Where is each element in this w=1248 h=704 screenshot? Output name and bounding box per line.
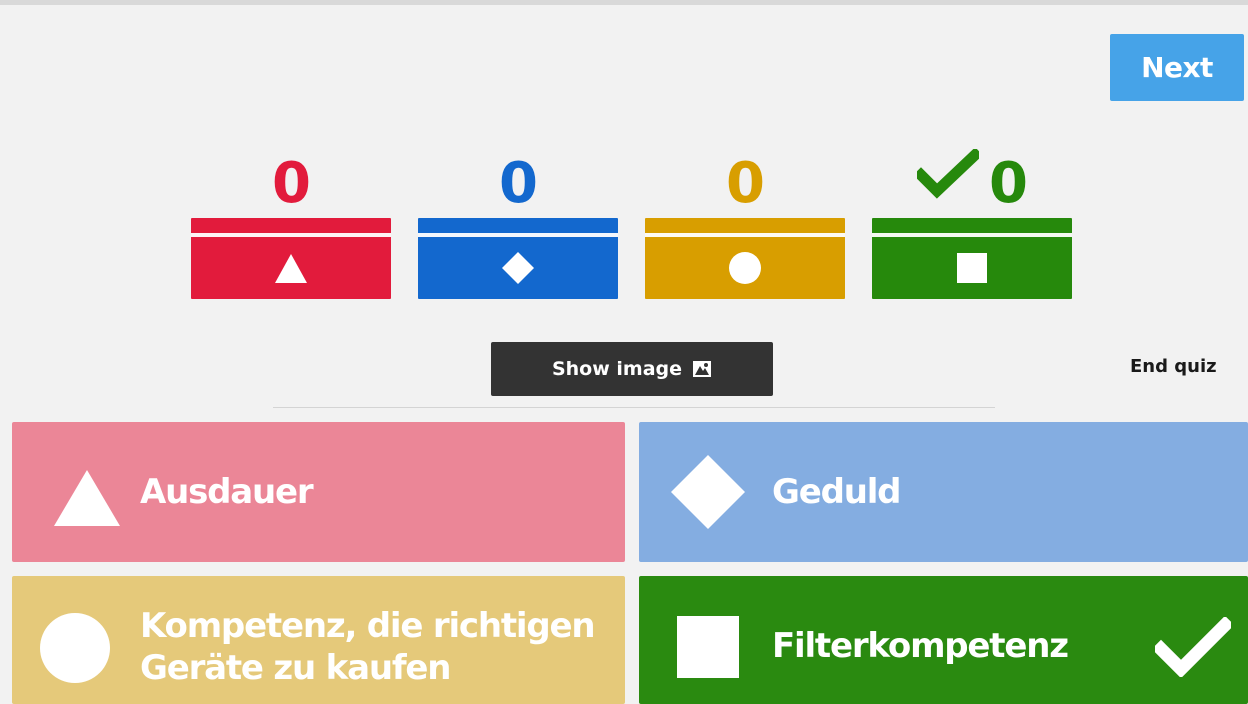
answer-label: Filterkompetenz: [772, 626, 1069, 666]
score-count-green-value: 0: [989, 150, 1028, 216]
triangle-icon: [275, 254, 307, 283]
answer-label: Kompetenz, die richtigen Geräte zu kaufe…: [140, 605, 596, 689]
score-bar-green: [872, 218, 1072, 299]
score-count-blue: 0: [499, 150, 538, 216]
score-bar-blue: [418, 218, 618, 299]
bar-stripe: [418, 233, 618, 237]
check-icon: [1155, 617, 1231, 677]
answer-label: Geduld: [772, 472, 902, 512]
diamond-icon: [502, 252, 534, 284]
image-icon: [693, 361, 712, 377]
square-icon: [677, 616, 739, 678]
answer-option-square-correct: Filterkompetenz: [639, 576, 1248, 704]
bar-stripe: [645, 233, 845, 237]
score-count-yellow: 0: [726, 150, 765, 216]
score-count-green: 0: [872, 149, 1072, 216]
answer-option-circle: Kompetenz, die richtigen Geräte zu kaufe…: [12, 576, 625, 704]
answer-label-line: Kompetenz, die richtigen: [140, 606, 596, 646]
circle-icon: [40, 613, 110, 683]
square-icon: [957, 253, 987, 283]
circle-icon: [729, 252, 761, 284]
show-image-label: Show image: [551, 358, 683, 380]
score-bar-red: [191, 218, 391, 299]
answer-label-line: Geräte zu kaufen: [140, 648, 451, 688]
answer-option-diamond: Geduld: [639, 422, 1248, 562]
bar-stripe: [872, 233, 1072, 237]
diamond-icon: [671, 455, 745, 529]
top-border: [0, 0, 1248, 5]
triangle-icon: [54, 470, 120, 526]
end-quiz-link[interactable]: End quiz: [1130, 356, 1246, 377]
bar-stripe: [191, 233, 391, 237]
next-button[interactable]: Next: [1110, 34, 1244, 101]
answer-option-triangle: Ausdauer: [12, 422, 625, 562]
show-image-button[interactable]: Show image: [491, 342, 773, 396]
answer-label: Ausdauer: [140, 472, 314, 512]
check-icon: [917, 149, 980, 199]
score-bar-yellow: [645, 218, 845, 299]
divider: [273, 407, 995, 408]
score-count-red: 0: [272, 150, 311, 216]
